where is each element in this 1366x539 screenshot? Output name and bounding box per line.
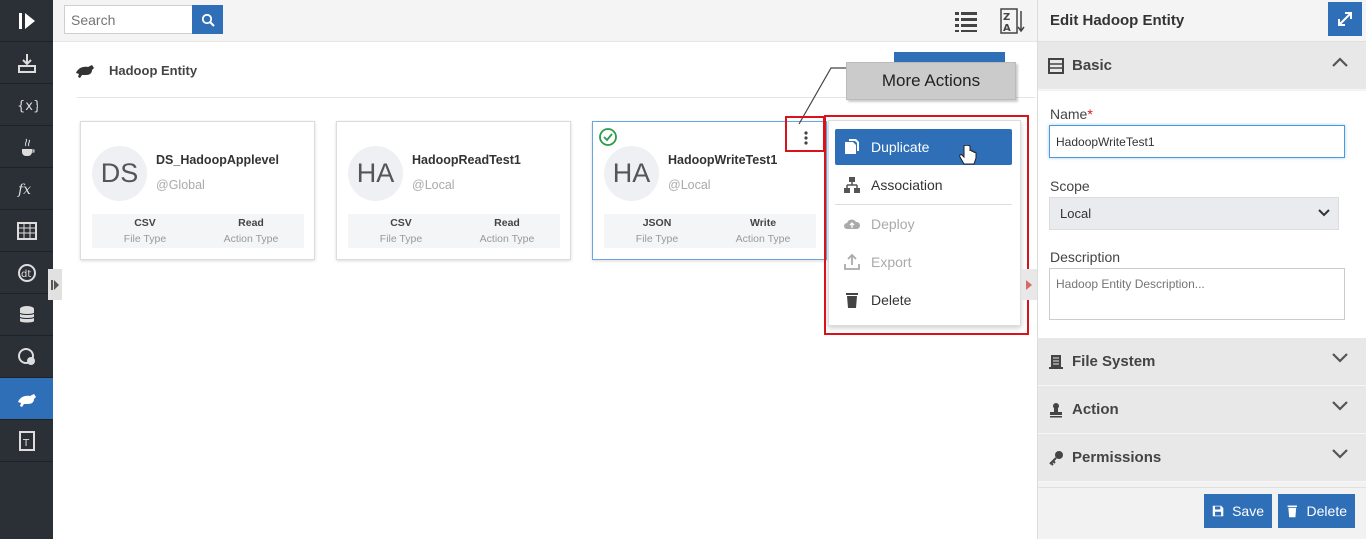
- entity-card[interactable]: DS DS_HadoopApplevel @Global CSV File Typ…: [80, 121, 315, 260]
- trash-icon: [1287, 505, 1297, 518]
- action-type-value: Read: [494, 217, 520, 229]
- avatar: DS: [92, 146, 147, 201]
- svg-text:T: T: [22, 438, 30, 449]
- highlight-box: [785, 116, 825, 152]
- database-icon[interactable]: [0, 294, 53, 336]
- search-button[interactable]: [192, 5, 223, 34]
- name-label: Name*: [1050, 106, 1093, 122]
- entity-card[interactable]: HA HadoopReadTest1 @Local CSV File Type R…: [336, 121, 571, 260]
- delete-button[interactable]: Delete: [1278, 494, 1355, 528]
- card-scope: @Local: [412, 178, 455, 192]
- hadoop-icon: [76, 65, 94, 78]
- basic-section-body: Name* Scope Local Description: [1038, 91, 1366, 338]
- description-label: Description: [1050, 249, 1121, 265]
- file-type-value: JSON: [642, 217, 672, 229]
- file-type-value: CSV: [390, 217, 412, 229]
- avatar: HA: [348, 146, 403, 201]
- panel-footer: Save Delete: [1038, 487, 1366, 539]
- section-action-header[interactable]: Action: [1038, 386, 1366, 434]
- settings-globe-icon[interactable]: [0, 336, 53, 378]
- card-meta: CSV File Type Read Action Type: [92, 214, 304, 248]
- scope-value: Local: [1060, 206, 1092, 221]
- file-type-label: File Type: [123, 233, 167, 245]
- file-system-icon: [1049, 354, 1063, 369]
- section-permissions-header[interactable]: Permissions: [1038, 434, 1366, 482]
- highlight-box: [824, 115, 1029, 335]
- avatar: HA: [604, 146, 659, 201]
- check-circle-icon: [599, 128, 617, 146]
- search-input[interactable]: [64, 5, 192, 34]
- stamp-icon: [1050, 402, 1062, 417]
- page-title: Hadoop Entity: [109, 62, 198, 78]
- scope-label: Scope: [1050, 178, 1090, 194]
- action-type-value: Read: [238, 217, 264, 229]
- svg-text:fx: fx: [17, 182, 31, 198]
- expand-icon: [1338, 12, 1352, 26]
- file-type-label: File Type: [379, 233, 423, 245]
- chevron-up-icon: [1332, 57, 1348, 67]
- datatype-icon[interactable]: dt: [0, 252, 53, 294]
- save-icon: [1212, 505, 1224, 517]
- form-icon: [1048, 57, 1064, 74]
- section-file-system-header[interactable]: File System: [1038, 338, 1366, 386]
- section-basic-header[interactable]: Basic: [1038, 42, 1366, 90]
- file-type-label: File Type: [635, 233, 679, 245]
- section-title: Basic: [1072, 57, 1113, 74]
- table-icon[interactable]: [0, 210, 53, 252]
- nav-rail: {x} fx dt T: [0, 0, 53, 539]
- svg-text:dt: dt: [21, 269, 31, 280]
- card-meta: JSON File Type Write Action Type: [604, 214, 816, 248]
- collapse-right-panel-button[interactable]: [1021, 269, 1037, 300]
- expand-rail-icon[interactable]: [0, 0, 53, 42]
- action-type-value: Write: [749, 217, 777, 229]
- chevron-down-icon: [1318, 209, 1330, 217]
- function-icon[interactable]: fx: [0, 168, 53, 210]
- page-header: Hadoop Entity: [75, 58, 197, 82]
- action-type-label: Action Type: [735, 233, 791, 245]
- template-icon[interactable]: T: [0, 420, 53, 462]
- main-area: ZA Hadoop Entity DS DS_HadoopApplevel @G…: [53, 0, 1037, 539]
- save-button[interactable]: Save: [1204, 494, 1272, 528]
- sort-za-icon[interactable]: ZA: [1000, 8, 1026, 34]
- save-label: Save: [1232, 503, 1264, 519]
- chevron-right-icon: [51, 279, 59, 290]
- hadoop-icon[interactable]: [0, 378, 53, 420]
- card-scope: @Global: [156, 178, 205, 192]
- more-actions-callout: More Actions: [846, 62, 1016, 100]
- panel-header: Edit Hadoop Entity: [1038, 0, 1366, 42]
- scope-select[interactable]: Local: [1049, 197, 1339, 230]
- chevron-down-icon: [1332, 353, 1348, 363]
- svg-text:Z: Z: [1003, 12, 1010, 23]
- java-icon[interactable]: [0, 126, 53, 168]
- caret-right-icon: [1026, 279, 1032, 290]
- expand-left-panel-button[interactable]: [48, 269, 62, 300]
- card-name: DS_HadoopApplevel: [156, 153, 279, 167]
- import-icon[interactable]: [0, 42, 53, 84]
- delete-label: Delete: [1306, 503, 1347, 519]
- card-name: HadoopReadTest1: [412, 153, 521, 167]
- chevron-down-icon: [1332, 449, 1348, 459]
- search-icon: [201, 13, 215, 27]
- key-icon: [1049, 450, 1063, 466]
- svg-text:{x}: {x}: [17, 99, 38, 114]
- action-type-label: Action Type: [223, 233, 279, 245]
- name-field[interactable]: [1049, 125, 1345, 158]
- card-scope: @Local: [668, 178, 711, 192]
- toolbar: ZA: [53, 0, 1037, 42]
- card-meta: CSV File Type Read Action Type: [348, 214, 560, 248]
- section-title: File System: [1072, 353, 1156, 370]
- expand-button[interactable]: [1328, 2, 1362, 36]
- file-type-value: CSV: [134, 217, 156, 229]
- section-title: Action: [1072, 401, 1119, 418]
- panel-title: Edit Hadoop Entity: [1050, 12, 1185, 29]
- svg-text:A: A: [1003, 23, 1011, 34]
- list-view-icon[interactable]: [953, 8, 979, 34]
- variables-icon[interactable]: {x}: [0, 84, 53, 126]
- edit-panel: Edit Hadoop Entity Basic Name* Scope Loc…: [1037, 0, 1366, 539]
- section-title: Permissions: [1072, 449, 1162, 466]
- description-field[interactable]: [1049, 268, 1345, 320]
- card-name: HadoopWriteTest1: [668, 153, 778, 167]
- chevron-down-icon: [1332, 401, 1348, 411]
- action-type-label: Action Type: [479, 233, 535, 245]
